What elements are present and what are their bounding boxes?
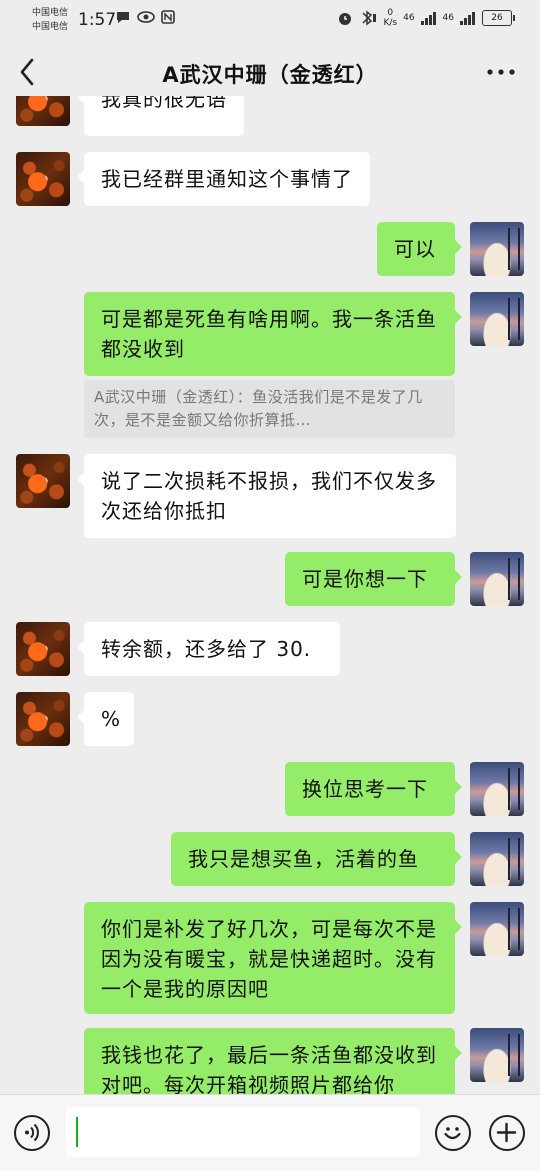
status-bar: 中国电信 中国电信 1:57 0 K/s 46 46 26 [0,0,540,40]
message-row: 我已经群里通知这个事情了 [0,152,540,206]
voice-icon[interactable] [14,1115,50,1151]
net-speed: 0 K/s [383,8,397,28]
message-bubble[interactable]: 可以 [377,222,462,276]
signal-icon [420,12,436,25]
message-bubble[interactable]: 可是都是死鱼有啥用啊。我一条活鱼都没收到 [84,292,462,376]
alarm-icon [339,13,352,25]
message-row: 你们是补发了好几次，可是每次不是因为没有暖宝，就是快递超时。没有一个是我的原因吧 [0,902,540,1014]
my-avatar[interactable] [470,552,524,606]
message-row: % [0,692,540,746]
message-row: 我真的很无语 [0,96,540,136]
plus-icon[interactable] [489,1115,525,1151]
quoted-message[interactable]: A武汉中珊（金透红）：鱼没活我们是不是发了几次，是不是金额又给你折算抵… [84,380,455,438]
message-bubble[interactable]: 我已经群里通知这个事情了 [77,152,370,206]
carrier-1: 中国电信 [32,8,69,18]
status-time: 1:57 [78,10,117,30]
signal-label-2: 46 [442,13,454,23]
my-avatar[interactable] [470,832,524,886]
message-row: 说了二次损耗不报损，我们不仅发多次还给你抵扣 [0,454,540,538]
battery-icon: 26 [482,10,515,26]
carrier-2: 中国电信 [32,22,69,32]
message-bubble[interactable]: 我钱也花了，最后一条活鱼都没收到对吧。每次开箱视频照片都给你 [84,1028,462,1094]
system-icons: 0 K/s 46 46 26 [337,8,515,28]
text-cursor [76,1117,78,1147]
message-bubble[interactable]: 转余额，还多给了 30. [77,622,340,676]
message-bubble[interactable]: 换位思考一下 [285,762,462,816]
message-bubble[interactable]: 可是你想一下 [285,552,462,606]
my-avatar[interactable] [470,222,524,276]
my-avatar[interactable] [470,902,524,956]
carrier-info: 中国电信 中国电信 [32,6,68,34]
eye-icon [137,11,155,23]
message-bubble[interactable]: 我真的很无语 [77,96,244,136]
net-speed-value: 0 [387,8,394,18]
message-icon [117,12,129,23]
message-bubble[interactable]: 我只是想买鱼，活着的鱼 [171,832,462,886]
message-row: 转余额，还多给了 30. [0,622,540,676]
my-avatar[interactable] [470,762,524,816]
notification-icons [115,10,175,24]
input-bar [0,1094,540,1171]
message-list[interactable]: 我真的很无语 我已经群里通知这个事情了 可以 可是都是死鱼有啥用啊。我一条活鱼都… [0,96,540,1094]
message-row: 可以 [0,222,540,276]
message-row: 可是你想一下 [0,552,540,606]
nfc-icon [161,10,175,24]
message-row: 我钱也花了，最后一条活鱼都没收到对吧。每次开箱视频照片都给你 [0,1028,540,1094]
contact-avatar[interactable] [16,152,70,206]
message-row: 可是都是死鱼有啥用啊。我一条活鱼都没收到 [0,292,540,376]
my-avatar[interactable] [470,292,524,346]
more-dots-icon[interactable] [486,62,516,82]
message-bubble[interactable]: 你们是补发了好几次，可是每次不是因为没有暖宝，就是快递超时。没有一个是我的原因吧 [84,902,462,1014]
emoji-icon[interactable] [435,1115,471,1151]
message-row: 我只是想买鱼，活着的鱼 [0,832,540,886]
message-bubble[interactable]: 说了二次损耗不报损，我们不仅发多次还给你抵扣 [77,454,456,538]
signal-icon-2 [460,12,475,25]
contact-avatar[interactable] [16,454,70,508]
message-row: 换位思考一下 [0,762,540,816]
contact-avatar[interactable] [16,96,70,126]
message-bubble[interactable]: % [77,692,134,746]
message-input[interactable] [66,1107,420,1157]
contact-avatar[interactable] [16,622,70,676]
signal-label-1: 46 [403,13,415,23]
chat-title: A武汉中珊（金透红） [162,63,378,87]
contact-avatar[interactable] [16,692,70,746]
net-speed-unit: K/s [383,18,398,28]
my-avatar[interactable] [470,1028,524,1082]
vibrate-bluetooth-icon [362,10,377,26]
